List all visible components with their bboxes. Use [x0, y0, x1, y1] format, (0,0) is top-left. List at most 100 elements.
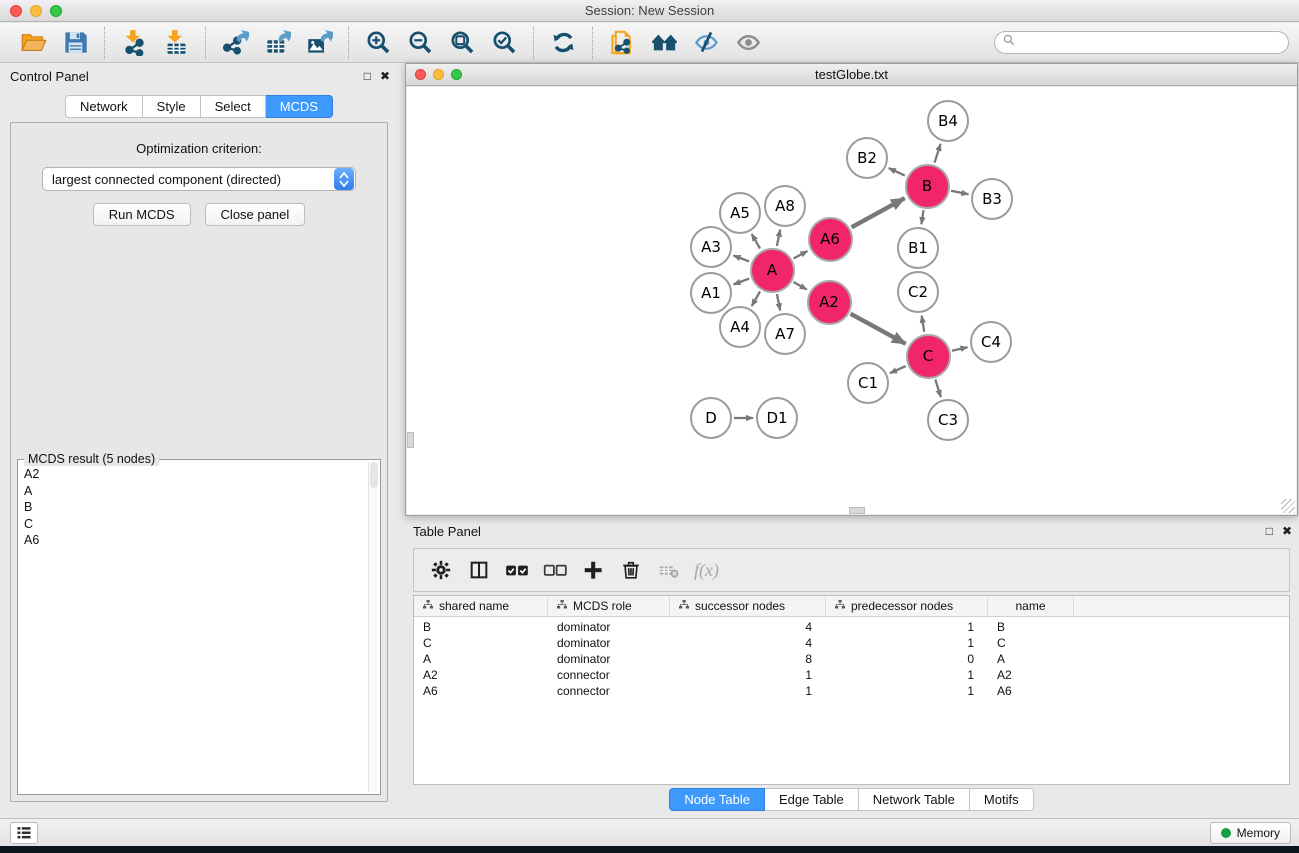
- vertical-scroll-thumb[interactable]: [407, 432, 414, 448]
- table-cell: A2: [414, 667, 548, 683]
- mcds-result-list[interactable]: A2ABCA6: [20, 462, 368, 792]
- table-row[interactable]: A2connector11A2: [414, 667, 1289, 683]
- graph-node-C3[interactable]: C3: [927, 399, 969, 441]
- mcds-result-item[interactable]: C: [24, 516, 366, 533]
- table-cell: 1: [826, 635, 988, 651]
- graph-node-A[interactable]: A: [750, 248, 795, 293]
- app-window: Session: New Session Control Panel □: [0, 0, 1299, 846]
- table-cell: connector: [548, 683, 670, 699]
- float-panel-icon[interactable]: □: [364, 69, 371, 83]
- run-mcds-button[interactable]: Run MCDS: [93, 203, 191, 226]
- close-panel-button[interactable]: Close panel: [205, 203, 306, 226]
- clone-network-icon[interactable]: [605, 28, 639, 58]
- graph-node-C1[interactable]: C1: [847, 362, 889, 404]
- graph-node-D[interactable]: D: [690, 397, 732, 439]
- hide-selected-icon[interactable]: [689, 28, 723, 58]
- graph-node-A7[interactable]: A7: [764, 313, 806, 355]
- tab-network[interactable]: Network: [65, 95, 143, 118]
- zoom-out-icon[interactable]: [403, 28, 437, 58]
- table-body: Bdominator41BCdominator41CAdominator80AA…: [414, 617, 1289, 699]
- mcds-result-item[interactable]: A6: [24, 532, 366, 549]
- graph-node-A6[interactable]: A6: [808, 217, 853, 262]
- float-table-panel-icon[interactable]: □: [1266, 524, 1273, 538]
- column-header-predecessor-nodes[interactable]: predecessor nodes: [826, 596, 988, 616]
- graph-node-C4[interactable]: C4: [970, 321, 1012, 363]
- export-table-icon[interactable]: [260, 28, 294, 58]
- graph-node-A3[interactable]: A3: [690, 226, 732, 268]
- mcds-result-item[interactable]: A: [24, 483, 366, 500]
- export-image-icon[interactable]: [302, 28, 336, 58]
- graph-node-C[interactable]: C: [906, 334, 951, 379]
- column-header-MCDS-role[interactable]: MCDS role: [548, 596, 670, 616]
- save-session-icon[interactable]: [58, 28, 92, 58]
- network-window: testGlobe.txt B4 B2 B B3 A5A8A6 B1 A3 A C2 A1 A2 A4…: [405, 63, 1298, 516]
- graph-node-A1[interactable]: A1: [690, 272, 732, 314]
- table-row[interactable]: A6connector11A6: [414, 683, 1289, 699]
- table-row[interactable]: Cdominator41C: [414, 635, 1289, 651]
- graph-node-B4[interactable]: B4: [927, 100, 969, 142]
- network-window-title-bar[interactable]: testGlobe.txt: [406, 64, 1297, 86]
- zoom-in-icon[interactable]: [361, 28, 395, 58]
- show-all-icon[interactable]: [731, 28, 765, 58]
- columns-icon[interactable]: [464, 555, 494, 585]
- graph-node-B[interactable]: B: [905, 164, 950, 209]
- graph-node-B1[interactable]: B1: [897, 227, 939, 269]
- table-cell-empty: [1074, 619, 1289, 635]
- graph-node-C2[interactable]: C2: [897, 271, 939, 313]
- zoom-selected-icon[interactable]: [487, 28, 521, 58]
- desktop: Session: New Session Control Panel □: [0, 0, 1299, 853]
- task-history-button[interactable]: [10, 822, 38, 844]
- graph-node-B3[interactable]: B3: [971, 178, 1013, 220]
- close-panel-icon[interactable]: ✖: [380, 69, 390, 83]
- mcds-result-item[interactable]: B: [24, 499, 366, 516]
- open-session-icon[interactable]: [16, 28, 50, 58]
- tab-network-table[interactable]: Network Table: [859, 788, 970, 811]
- home-view-icon[interactable]: [647, 28, 681, 58]
- search-field[interactable]: [994, 31, 1289, 54]
- uncheck-pair-icon[interactable]: [540, 555, 570, 585]
- network-canvas[interactable]: B4 B2 B B3 A5A8A6 B1 A3 A C2 A1 A2 A4A7 C4 C C1 C3 D D1: [407, 87, 1296, 514]
- plus-icon[interactable]: [578, 555, 608, 585]
- function-builder-button[interactable]: f(x): [694, 560, 719, 581]
- import-network-icon[interactable]: [117, 28, 151, 58]
- column-header-successor-nodes[interactable]: successor nodes: [670, 596, 826, 616]
- table-delete-icon[interactable]: [654, 555, 684, 585]
- trash-icon[interactable]: [616, 555, 646, 585]
- memory-button[interactable]: Memory: [1210, 822, 1291, 844]
- graph-node-D1[interactable]: D1: [756, 397, 798, 439]
- graph-node-B2[interactable]: B2: [846, 137, 888, 179]
- table-cell: 1: [670, 667, 826, 683]
- tab-motifs[interactable]: Motifs: [970, 788, 1034, 811]
- criterion-select[interactable]: largest connected component (directed): [42, 167, 356, 191]
- zoom-fit-icon[interactable]: [445, 28, 479, 58]
- check-pair-icon[interactable]: [502, 555, 532, 585]
- tab-edge-table[interactable]: Edge Table: [765, 788, 859, 811]
- result-scrollbar[interactable]: [368, 462, 378, 792]
- table-row[interactable]: Bdominator41B: [414, 619, 1289, 635]
- graph-node-A4[interactable]: A4: [719, 306, 761, 348]
- tab-node-table[interactable]: Node Table: [669, 788, 765, 811]
- close-table-panel-icon[interactable]: ✖: [1282, 524, 1292, 538]
- search-input[interactable]: [1016, 34, 1288, 52]
- graph-node-A2[interactable]: A2: [807, 280, 852, 325]
- tab-style[interactable]: Style: [143, 95, 201, 118]
- mcds-result-item[interactable]: A2: [24, 466, 366, 483]
- table-row[interactable]: Adominator80A: [414, 651, 1289, 667]
- memory-label: Memory: [1237, 826, 1280, 840]
- graph-node-A8[interactable]: A8: [764, 185, 806, 227]
- column-header-name[interactable]: name: [988, 596, 1074, 616]
- graph-node-A5[interactable]: A5: [719, 192, 761, 234]
- export-network-icon[interactable]: [218, 28, 252, 58]
- import-table-icon[interactable]: [159, 28, 193, 58]
- resize-grip[interactable]: [1281, 499, 1295, 513]
- tab-mcds[interactable]: MCDS: [266, 95, 333, 118]
- table-header-row: shared nameMCDS rolesuccessor nodesprede…: [414, 596, 1289, 617]
- column-header-shared-name[interactable]: shared name: [414, 596, 548, 616]
- table-cell: 1: [826, 619, 988, 635]
- refresh-layout-icon[interactable]: [546, 28, 580, 58]
- gear-icon[interactable]: [426, 555, 456, 585]
- table-cell: A6: [414, 683, 548, 699]
- horizontal-scroll-thumb[interactable]: [849, 507, 865, 514]
- tab-select[interactable]: Select: [201, 95, 266, 118]
- table-cell: 0: [826, 651, 988, 667]
